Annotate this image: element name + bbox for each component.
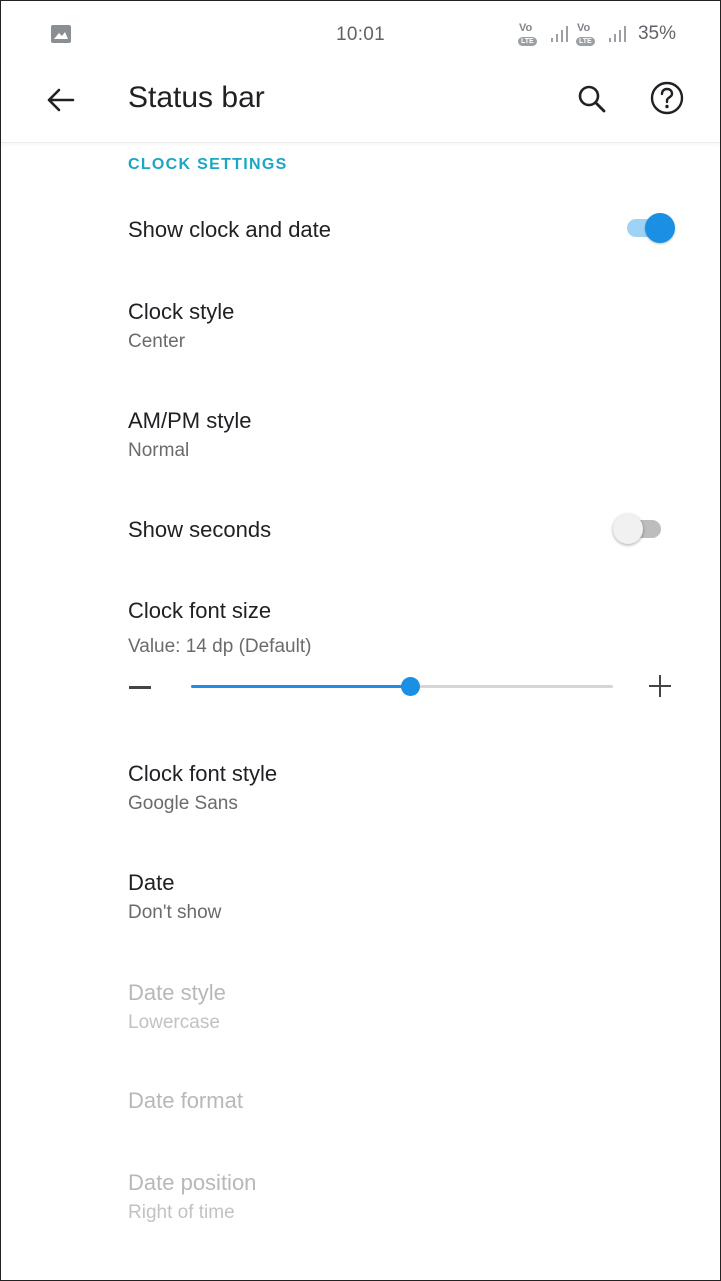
pref-clock-font-size: Clock font size Value: 14 dp (Default) bbox=[128, 598, 688, 658]
pref-title: Date position bbox=[128, 1170, 257, 1195]
toggle-thumb bbox=[645, 213, 675, 243]
font-size-slider[interactable] bbox=[191, 677, 613, 696]
pref-clock-style[interactable]: Clock style Center bbox=[128, 299, 688, 353]
volte-icon-2: Vo LTE bbox=[574, 21, 600, 47]
pref-title: Clock font size bbox=[128, 598, 272, 623]
pref-clock-font-style[interactable]: Clock font style Google Sans bbox=[128, 761, 688, 815]
signal-icon bbox=[550, 26, 568, 42]
app-bar: Status bar bbox=[1, 67, 720, 143]
pref-summary: Normal bbox=[128, 440, 190, 461]
pref-title: AM/PM style bbox=[128, 408, 252, 433]
slider-thumb[interactable] bbox=[401, 677, 421, 696]
pref-summary: Value: 14 dp (Default) bbox=[128, 636, 312, 657]
page-title: Status bar bbox=[128, 81, 265, 114]
section-header-clock-settings: CLOCK SETTINGS bbox=[128, 156, 288, 173]
pref-summary: Don't show bbox=[128, 902, 222, 923]
pref-date-format: Date format bbox=[128, 1088, 688, 1114]
pref-date-style: Date style Lowercase bbox=[128, 980, 688, 1034]
pref-show-clock-and-date[interactable]: Show clock and date bbox=[128, 217, 688, 243]
system-status-bar: 10:01 Vo LTE Vo LTE 35% bbox=[1, 1, 720, 67]
show-clock-toggle[interactable] bbox=[625, 210, 681, 246]
signal-icon-2 bbox=[608, 26, 626, 42]
battery-percent: 35% bbox=[637, 23, 676, 44]
pref-title: Date format bbox=[128, 1088, 243, 1113]
search-icon[interactable] bbox=[573, 81, 611, 119]
pref-summary: Lowercase bbox=[128, 1012, 220, 1033]
font-size-slider-row bbox=[121, 665, 681, 709]
pref-title: Date style bbox=[128, 980, 226, 1005]
pref-date[interactable]: Date Don't show bbox=[128, 870, 688, 924]
volte-icon: Vo LTE bbox=[516, 21, 542, 47]
pref-date-position: Date position Right of time bbox=[128, 1170, 688, 1224]
toggle-thumb bbox=[613, 514, 643, 544]
pref-summary: Right of time bbox=[128, 1202, 235, 1223]
pref-show-seconds[interactable]: Show seconds bbox=[128, 517, 688, 543]
pref-title: Clock style bbox=[128, 299, 235, 324]
pref-summary: Google Sans bbox=[128, 793, 238, 814]
slider-fill bbox=[191, 685, 411, 688]
increase-button[interactable] bbox=[645, 671, 677, 703]
pref-title: Date bbox=[128, 870, 175, 895]
pref-title: Clock font style bbox=[128, 761, 278, 786]
back-arrow-icon[interactable] bbox=[41, 81, 81, 121]
pref-ampm-style[interactable]: AM/PM style Normal bbox=[128, 408, 688, 462]
decrease-button[interactable] bbox=[121, 675, 157, 699]
show-seconds-toggle[interactable] bbox=[613, 511, 669, 547]
help-icon[interactable] bbox=[647, 81, 687, 121]
pref-title: Show clock and date bbox=[128, 217, 332, 242]
pref-summary: Center bbox=[128, 331, 186, 352]
pref-title: Show seconds bbox=[128, 517, 272, 542]
